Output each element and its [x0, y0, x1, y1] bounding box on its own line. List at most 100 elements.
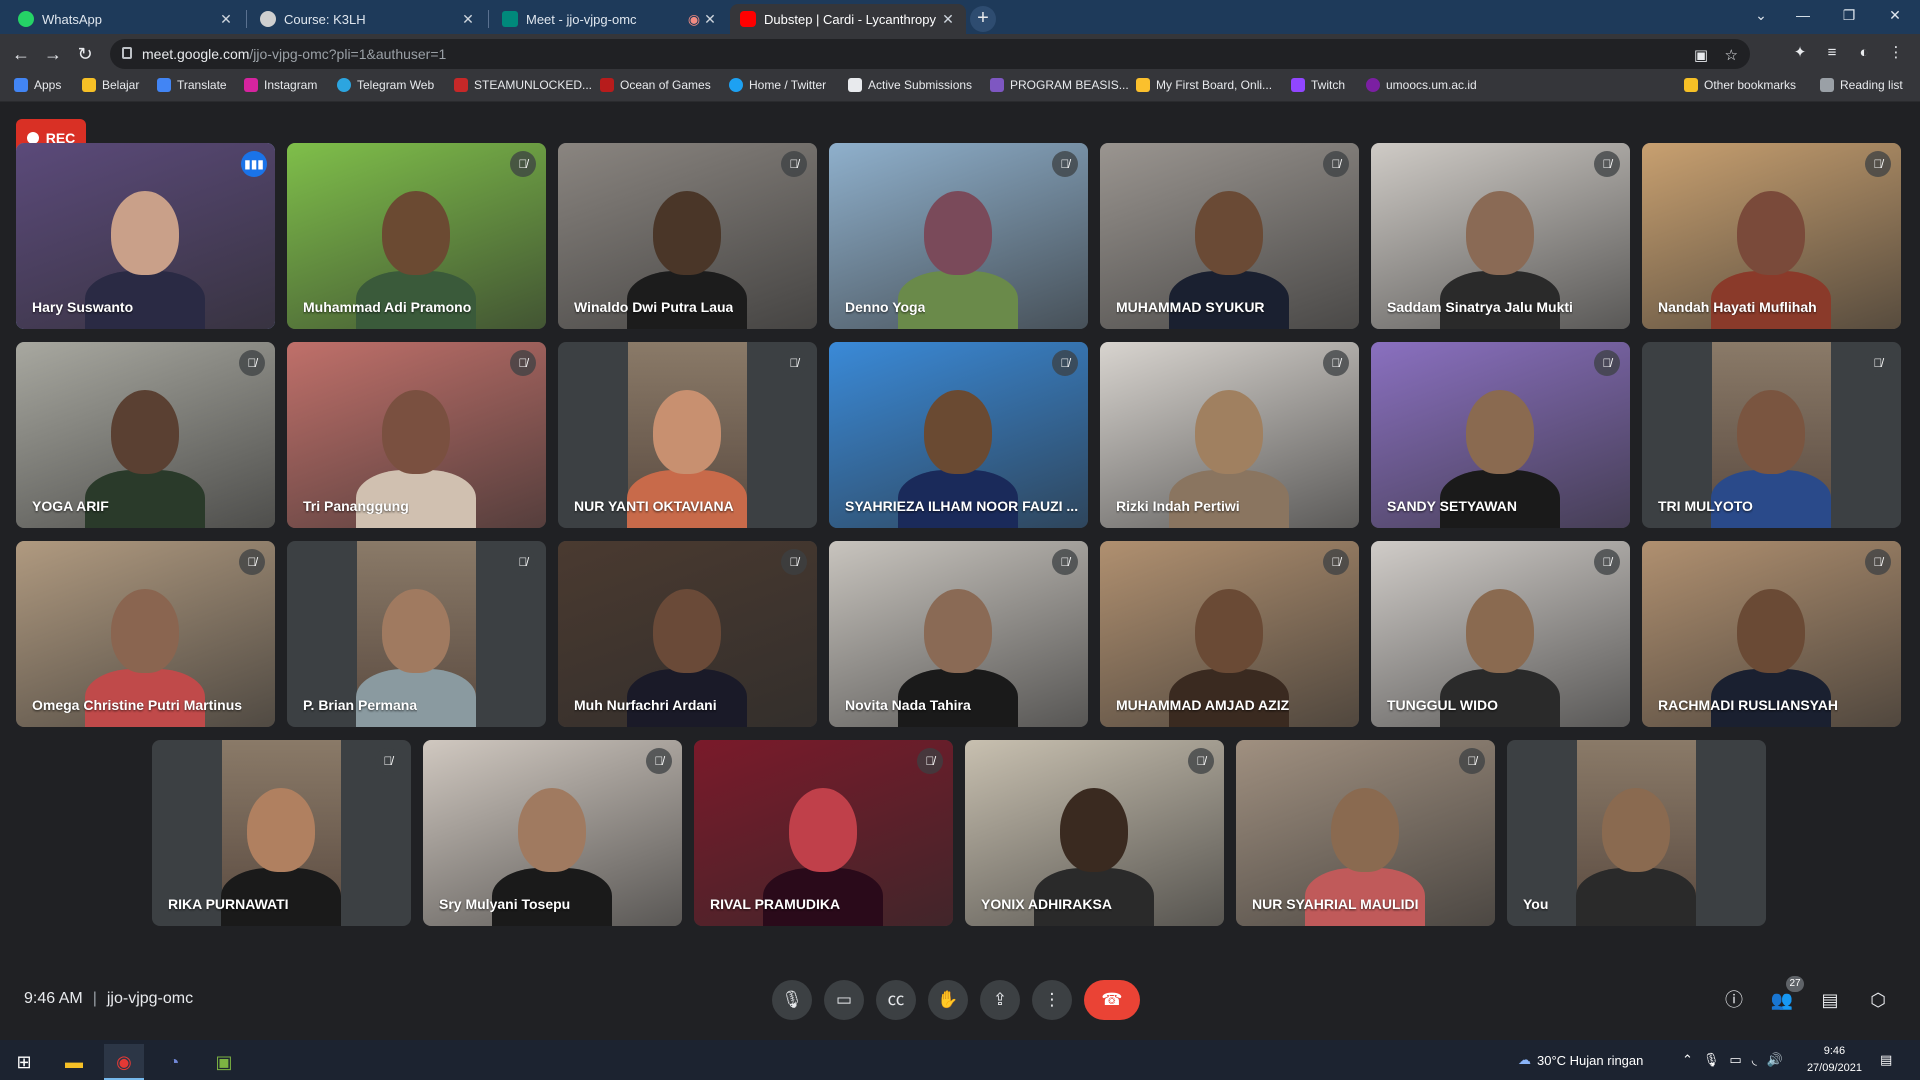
participant-tile[interactable]: SANDY SETYAWAN 🎙̸: [1371, 342, 1630, 528]
camera-button[interactable]: ▭: [824, 980, 864, 1020]
tab-youtube[interactable]: Dubstep | Cardi - Lycanthropy - Y ✕: [730, 4, 966, 34]
participant-tile[interactable]: MUHAMMAD AMJAD AZIZ 🎙̸: [1100, 541, 1359, 727]
captions-button[interactable]: ㏄: [876, 980, 916, 1020]
more-options-button[interactable]: ⋮: [1032, 980, 1072, 1020]
tab-whatsapp[interactable]: WhatsApp ✕: [8, 4, 244, 34]
microphone-tray-icon[interactable]: 🎙: [1703, 1052, 1720, 1068]
raise-hand-button[interactable]: ✋: [928, 980, 968, 1020]
participant-name: RIKA PURNAWATI: [168, 896, 289, 912]
bookmark-umoocs[interactable]: umoocs.um.ac.id: [1366, 78, 1477, 92]
present-screen-button[interactable]: ⇪: [980, 980, 1020, 1020]
participant-tile[interactable]: RIVAL PRAMUDIKA 🎙̸: [694, 740, 953, 926]
participant-tile[interactable]: YOGA ARIF 🎙̸: [16, 342, 275, 528]
participant-tile[interactable]: NUR YANTI OKTAVIANA 🎙̸: [558, 342, 817, 528]
participant-tile[interactable]: Saddam Sinatrya Jalu Mukti 🎙̸: [1371, 143, 1630, 329]
show-hidden-icons-icon[interactable]: ⌃: [1682, 1052, 1693, 1068]
participant-tile[interactable]: TRI MULYOTO 🎙̸: [1642, 342, 1901, 528]
camera-permission-icon[interactable]: ▣: [1694, 46, 1708, 64]
bookmark-translate[interactable]: Translate: [157, 78, 227, 92]
browser-menu-icon[interactable]: ⋮: [1884, 41, 1908, 65]
muted-microphone-icon: 🎙̸: [239, 549, 265, 575]
participant-name: Denno Yoga: [845, 299, 926, 315]
tab-meet[interactable]: Meet - jjo-vjpg-omc ◉ ✕: [492, 4, 728, 34]
bookmark-program-beasiswa[interactable]: PROGRAM BEASIS...: [990, 78, 1129, 92]
forward-icon[interactable]: →: [40, 41, 66, 67]
chrome-icon[interactable]: ◉: [104, 1044, 144, 1080]
participant-face: [382, 589, 450, 673]
bookmark-instagram[interactable]: Instagram: [244, 78, 317, 92]
notifications-icon[interactable]: ▤: [1880, 1040, 1892, 1080]
participant-name: RACHMADI RUSLIANSYAH: [1658, 697, 1838, 713]
tab-course[interactable]: Course: K3LH ✕: [250, 4, 486, 34]
bookmark-twitter[interactable]: Home / Twitter: [729, 78, 826, 92]
participant-tile[interactable]: Rizki Indah Pertiwi 🎙̸: [1100, 342, 1359, 528]
muted-microphone-icon: 🎙̸: [781, 350, 807, 376]
close-tab-icon[interactable]: ✕: [218, 11, 234, 28]
participant-tile[interactable]: NUR SYAHRIAL MAULIDI 🎙̸: [1236, 740, 1495, 926]
bookmark-active-submissions[interactable]: Active Submissions: [848, 78, 972, 92]
android-app-icon[interactable]: ▣: [204, 1044, 244, 1080]
other-bookmarks[interactable]: Other bookmarks: [1684, 78, 1796, 92]
tab-search-icon[interactable]: ⌄: [1738, 0, 1784, 30]
participant-tile[interactable]: Omega Christine Putri Martinus 🎙̸: [16, 541, 275, 727]
taskbar-clock[interactable]: 9:46 27/09/2021: [1807, 1043, 1862, 1077]
bookmark-apps[interactable]: Apps: [14, 78, 61, 92]
muted-microphone-icon: 🎙̸: [1052, 350, 1078, 376]
people-button[interactable]: 👥 27: [1768, 976, 1804, 1014]
participant-tile[interactable]: You: [1507, 740, 1766, 926]
participant-tile[interactable]: RACHMADI RUSLIANSYAH 🎙̸: [1642, 541, 1901, 727]
discord-icon[interactable]: ◔: [154, 1044, 194, 1080]
microphone-button[interactable]: 🎙: [772, 980, 812, 1020]
address-bar[interactable]: meet.google.com/jjo-vjpg-omc?pli=1&authu…: [110, 39, 1750, 69]
file-explorer-icon[interactable]: ▬: [54, 1044, 94, 1080]
participant-name: SANDY SETYAWAN: [1387, 498, 1517, 514]
participant-tile[interactable]: Tri Pananggung 🎙̸: [287, 342, 546, 528]
participant-tile[interactable]: Winaldo Dwi Putra Laua 🎙̸: [558, 143, 817, 329]
bookmark-my-first-board[interactable]: My First Board, Onli...: [1136, 78, 1272, 92]
close-tab-icon[interactable]: ✕: [460, 11, 476, 28]
battery-icon[interactable]: ▭: [1729, 1052, 1741, 1068]
participant-tile[interactable]: P. Brian Permana 🎙̸: [287, 541, 546, 727]
chat-button[interactable]: ▤: [1816, 986, 1844, 1014]
participant-tile[interactable]: Denno Yoga 🎙̸: [829, 143, 1088, 329]
extensions-icon[interactable]: ✦: [1788, 41, 1812, 65]
close-tab-icon[interactable]: ✕: [940, 11, 956, 28]
participant-face: [111, 589, 179, 673]
activities-button[interactable]: ⬡: [1864, 986, 1892, 1014]
reading-list[interactable]: Reading list: [1820, 78, 1903, 92]
bookmark-star-icon[interactable]: ☆: [1725, 46, 1738, 64]
close-window-icon[interactable]: ✕: [1872, 0, 1918, 30]
participant-tile[interactable]: MUHAMMAD SYUKUR 🎙̸: [1100, 143, 1359, 329]
participant-tile[interactable]: Hary Suswanto ▮▮▮: [16, 143, 275, 329]
participant-tile[interactable]: Nandah Hayati Muflihah 🎙̸: [1642, 143, 1901, 329]
participant-tile[interactable]: YONIX ADHIRAKSA 🎙̸: [965, 740, 1224, 926]
participant-tile[interactable]: Muh Nurfachri Ardani 🎙̸: [558, 541, 817, 727]
participant-tile[interactable]: SYAHRIEZA ILHAM NOOR FAUZI ... 🎙̸: [829, 342, 1088, 528]
wifi-icon[interactable]: ◟: [1752, 1052, 1757, 1068]
bookmark-belajar[interactable]: Belajar: [82, 78, 139, 92]
leave-call-button[interactable]: ☎: [1084, 980, 1140, 1020]
muted-microphone-icon: 🎙̸: [1865, 549, 1891, 575]
bookmark-twitch[interactable]: Twitch: [1291, 78, 1345, 92]
new-tab-button[interactable]: +: [970, 6, 996, 32]
participant-tile[interactable]: Novita Nada Tahira 🎙̸: [829, 541, 1088, 727]
volume-icon[interactable]: 🔊: [1767, 1052, 1783, 1068]
back-icon[interactable]: ←: [8, 41, 34, 67]
participant-tile[interactable]: TUNGGUL WIDO 🎙̸: [1371, 541, 1630, 727]
reload-icon[interactable]: ↻: [72, 41, 98, 67]
bookmark-label: Twitch: [1311, 78, 1346, 92]
participant-tile[interactable]: Sry Mulyani Tosepu 🎙̸: [423, 740, 682, 926]
minimize-icon[interactable]: —: [1780, 0, 1826, 30]
bookmark-telegram[interactable]: Telegram Web: [337, 78, 434, 92]
participant-tile[interactable]: RIKA PURNAWATI 🎙̸: [152, 740, 411, 926]
windows-start-icon[interactable]: ⊞: [4, 1044, 44, 1080]
profile-avatar-icon[interactable]: ◐: [1852, 41, 1876, 65]
bookmark-steamunlocked[interactable]: STEAMUNLOCKED...: [454, 78, 592, 92]
media-control-icon[interactable]: ≡: [1820, 41, 1844, 65]
close-tab-icon[interactable]: ✕: [702, 11, 718, 28]
meeting-details-button[interactable]: ⓘ: [1720, 986, 1748, 1014]
participant-tile[interactable]: Muhammad Adi Pramono 🎙̸: [287, 143, 546, 329]
weather-widget[interactable]: ☁ 30°C Hujan ringan: [1518, 1040, 1643, 1080]
restore-icon[interactable]: ❐: [1826, 0, 1872, 30]
bookmark-ocean-of-games[interactable]: Ocean of Games: [600, 78, 711, 92]
